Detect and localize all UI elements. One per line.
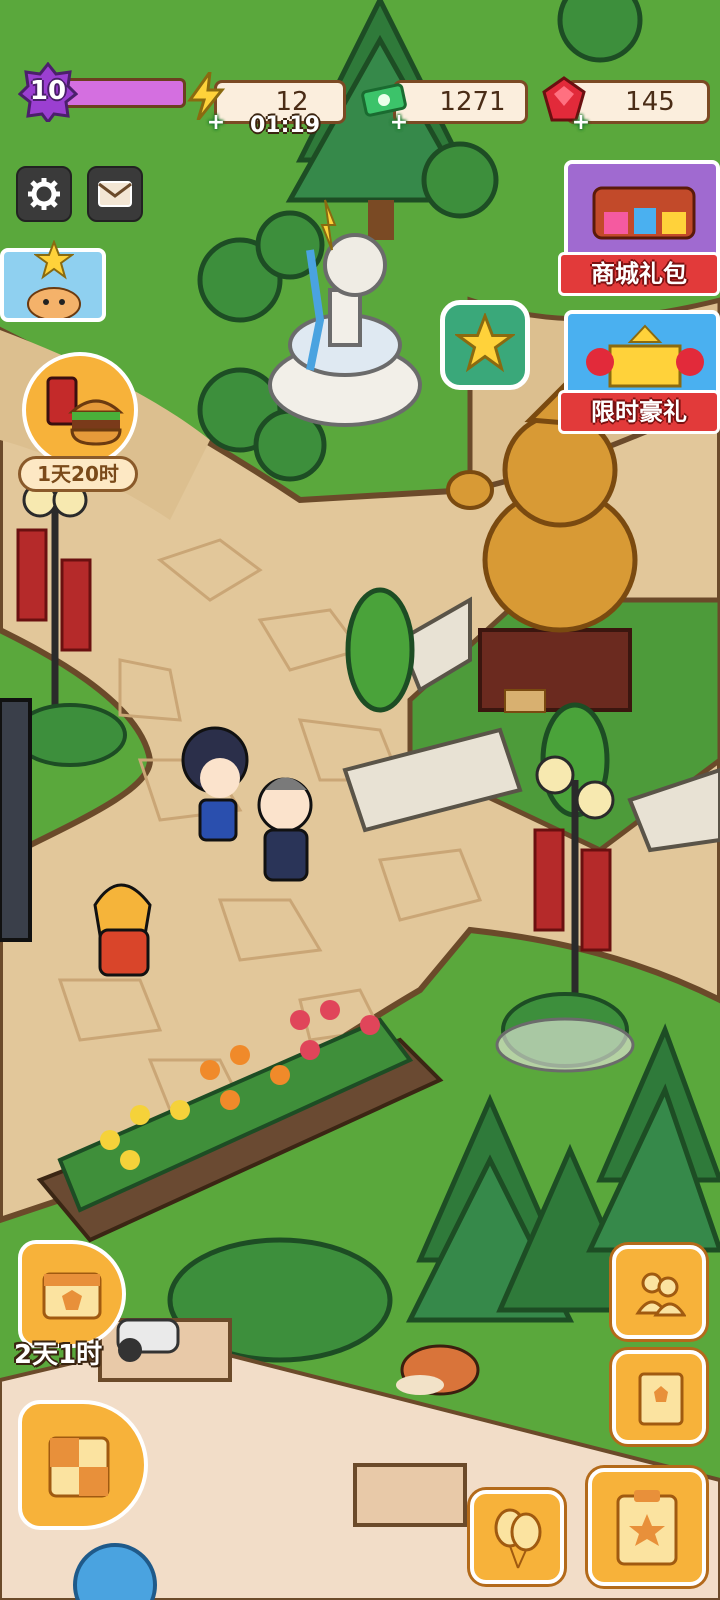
character-face-icon [27, 287, 81, 318]
star-quest-bubble[interactable] [440, 300, 530, 390]
mail-button[interactable] [87, 166, 143, 222]
star-icon [455, 313, 515, 373]
calendar-event-button[interactable] [18, 1240, 126, 1348]
envelope-icon [98, 181, 132, 207]
checkered-card-icon [48, 1436, 110, 1498]
food-event-timer: 1天20时 [18, 456, 138, 492]
clipboard-star-icon [616, 1490, 678, 1566]
calendar-event-timer: 2天1时 [14, 1340, 103, 1370]
character-orange-hair [93, 883, 152, 977]
level-number: 10 [29, 76, 67, 106]
treasure-gems-icon [586, 324, 704, 388]
gem-value: 145 [625, 87, 675, 117]
energy-timer: 01:19 [250, 113, 321, 138]
star-event-card[interactable] [0, 240, 106, 322]
gear-icon [28, 178, 60, 210]
cash-value: 1271 [439, 87, 506, 117]
limited-gift-label[interactable]: 限时豪礼 [558, 390, 720, 434]
add-gems-icon[interactable]: + [570, 112, 592, 134]
level-bar[interactable]: 10 [18, 62, 186, 122]
balloons-icon [494, 1508, 542, 1569]
puzzle-event-button[interactable] [18, 1400, 148, 1530]
book-icon [638, 1372, 684, 1426]
add-cash-icon[interactable]: + [388, 112, 410, 134]
star-icon [34, 240, 74, 280]
friends-button[interactable] [612, 1245, 706, 1339]
add-energy-icon[interactable]: + [205, 112, 227, 134]
balloons-button[interactable] [470, 1490, 564, 1584]
album-book-button[interactable] [612, 1350, 706, 1444]
calendar-icon [42, 1272, 102, 1320]
people-icon [635, 1272, 686, 1317]
shop-gift-label[interactable]: 商城礼包 [558, 252, 720, 296]
food-event-button[interactable] [22, 352, 138, 468]
cash-counter[interactable]: 1271 [393, 80, 528, 124]
burger-drink-icon [46, 376, 124, 446]
gift-shop-icon [592, 186, 696, 240]
tasks-clipboard-button[interactable] [588, 1468, 706, 1586]
settings-button[interactable] [16, 166, 72, 222]
